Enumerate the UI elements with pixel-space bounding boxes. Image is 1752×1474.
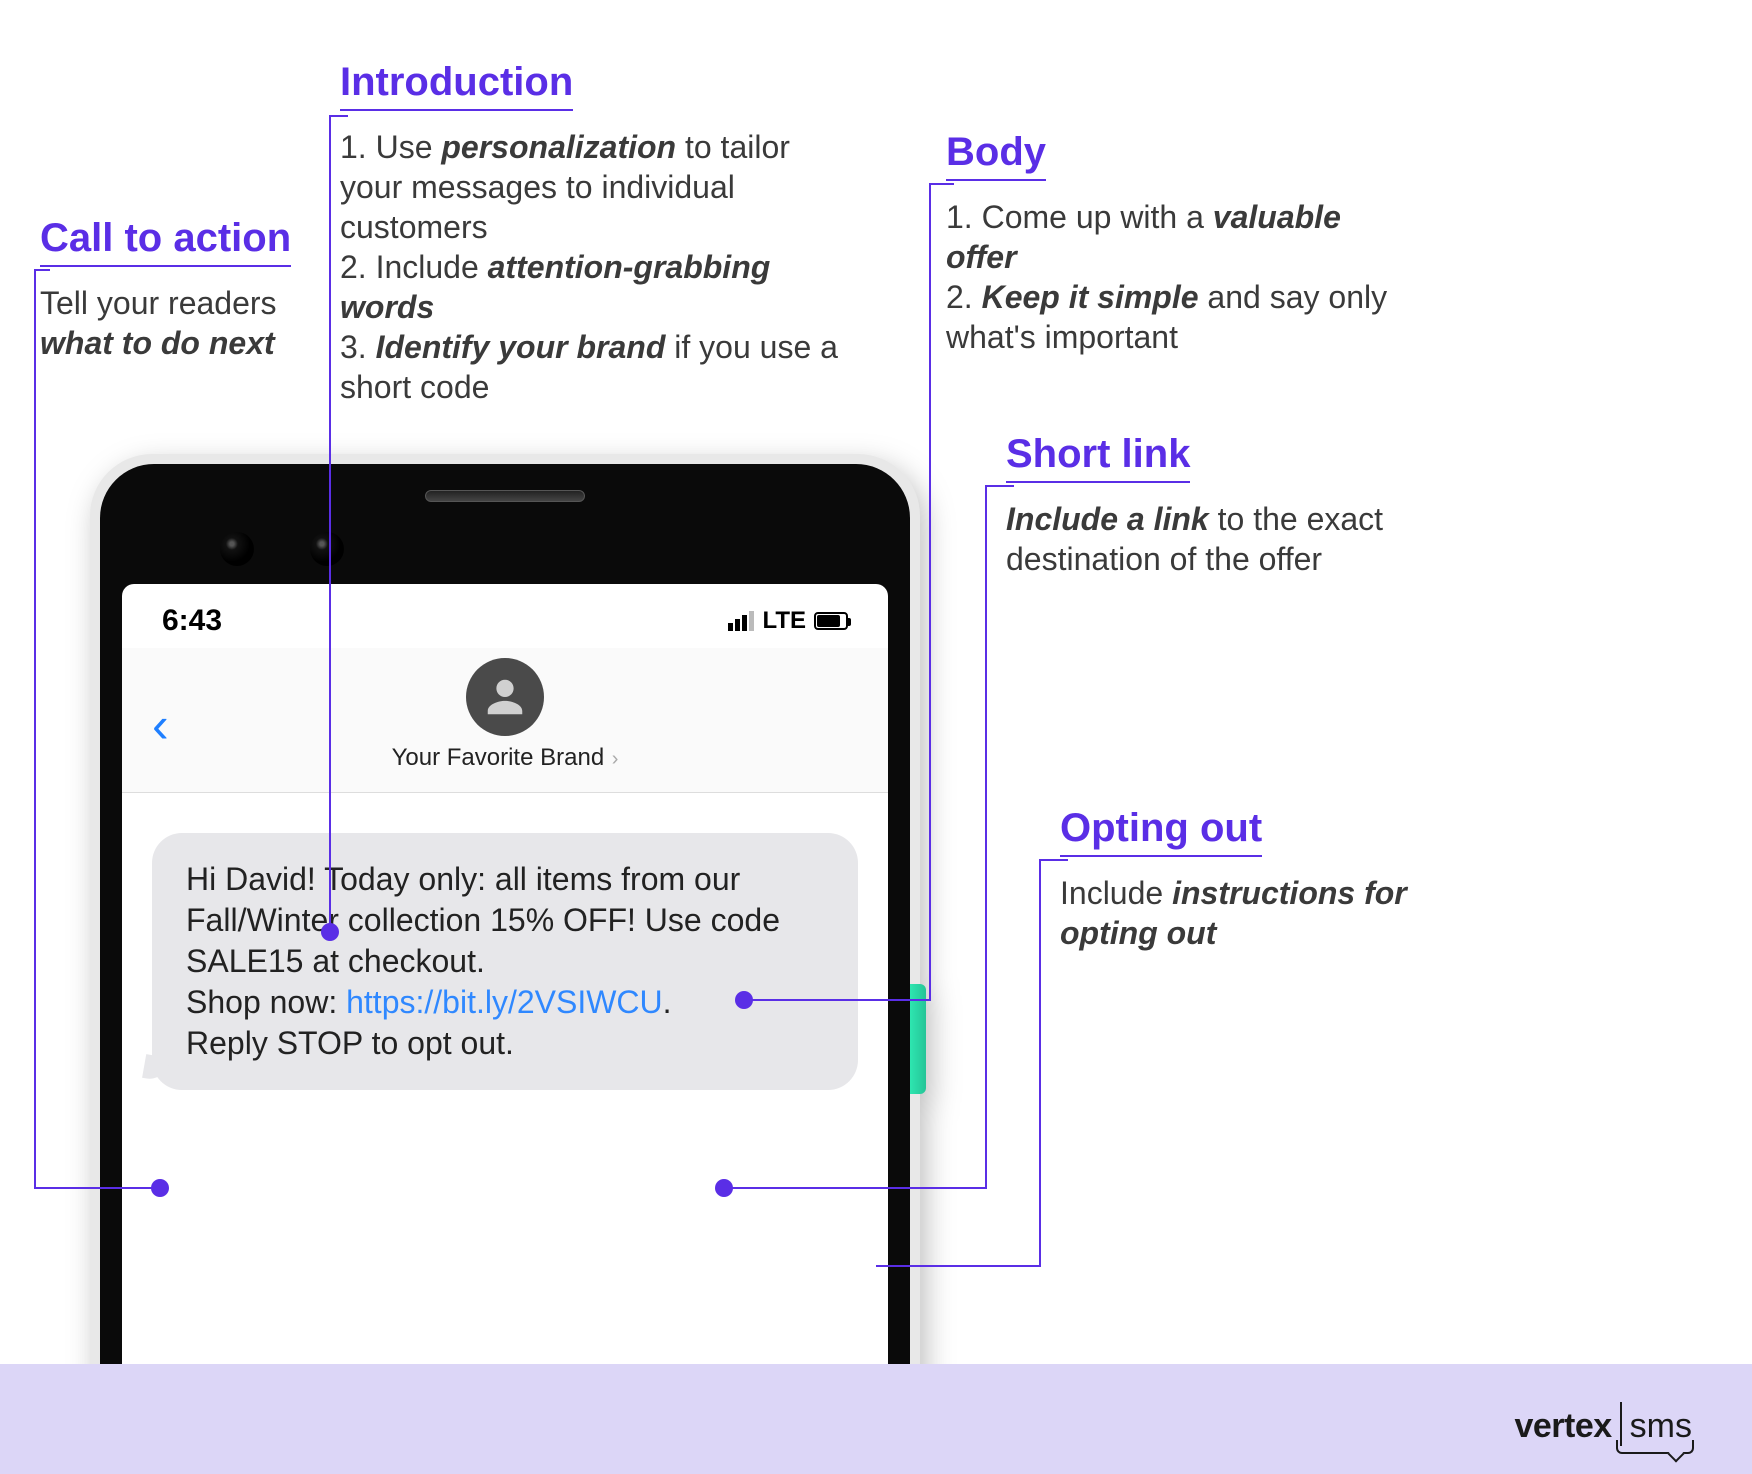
sender-name: Your Favorite Brand [392, 744, 605, 771]
sms-short-link[interactable]: https://bit.ly/2VSIWCU [346, 984, 663, 1020]
intro-body: 1. Use personalization to tailor your me… [340, 127, 860, 407]
annotation-introduction: Introduction 1. Use personalization to t… [340, 60, 860, 407]
optout-title: Opting out [1060, 806, 1262, 857]
cta-text: Tell your readers what to do next [40, 283, 300, 363]
sender-name-row[interactable]: Your Favorite Brand › [152, 744, 858, 772]
cta-title: Call to action [40, 216, 291, 267]
phone-outer-frame: 6:43 LTE ‹ Your Favorite Bra [90, 454, 920, 1474]
status-bar: 6:43 LTE [122, 584, 888, 648]
back-chevron-icon[interactable]: ‹ [152, 696, 169, 754]
annotation-shortlink: Short link Include a link to the exact d… [1006, 432, 1426, 579]
phone-speaker [425, 490, 585, 502]
intro-l3-pre: 3. [340, 329, 376, 365]
intro-title: Introduction [340, 60, 573, 111]
sms-optout-text: Reply STOP to opt out. [186, 1025, 514, 1061]
intro-l2-pre: 2. Include [340, 249, 488, 285]
battery-icon [814, 612, 848, 630]
phone-side-button [910, 984, 926, 1094]
status-right: LTE [728, 607, 848, 635]
cta-pre: Tell your readers [40, 285, 277, 321]
avatar-person-icon [482, 674, 528, 720]
avatar[interactable] [466, 658, 544, 736]
network-label: LTE [762, 607, 806, 635]
status-time: 6:43 [162, 604, 222, 638]
body-title: Body [946, 130, 1046, 181]
body-l1-pre: 1. Come up with a [946, 199, 1213, 235]
brand-left: vertex [1514, 1407, 1611, 1446]
intro-l3-bold: Identify your brand [376, 329, 666, 365]
body-body: 1. Come up with a valuable offer 2. Keep… [946, 197, 1406, 357]
phone-screen: 6:43 LTE ‹ Your Favorite Bra [122, 584, 888, 1464]
optout-text: Include instructions for opting out [1060, 873, 1460, 953]
signal-bars-icon [728, 611, 754, 631]
intro-l1-bold: personalization [441, 129, 676, 165]
sms-body-text: Hi David! Today only: all items from our… [186, 861, 780, 979]
annotation-body: Body 1. Come up with a valuable offer 2.… [946, 130, 1406, 357]
sms-link-suffix: . [663, 984, 672, 1020]
phone-bezel: 6:43 LTE ‹ Your Favorite Bra [100, 464, 910, 1464]
phone-camera-icon [310, 532, 344, 566]
sms-bubble: Hi David! Today only: all items from our… [152, 833, 858, 1090]
body-l2-bold: Keep it simple [982, 279, 1199, 315]
shortlink-title: Short link [1006, 432, 1190, 483]
cta-bold: what to do next [40, 325, 275, 361]
diagram-canvas: Call to action Tell your readers what to… [0, 0, 1752, 1474]
phone-camera-icon [220, 532, 254, 566]
annotation-optout: Opting out Include instructions for opti… [1060, 806, 1460, 953]
sms-cta-label: Shop now: [186, 984, 346, 1020]
brand-bubble-icon [1616, 1440, 1694, 1454]
phone-mockup: 6:43 LTE ‹ Your Favorite Bra [90, 454, 920, 1474]
body-l2-pre: 2. [946, 279, 982, 315]
optout-pre: Include [1060, 875, 1172, 911]
shortlink-bold: Include a link [1006, 501, 1209, 537]
conversation-header: ‹ Your Favorite Brand › [122, 648, 888, 793]
chevron-right-icon: › [606, 748, 618, 770]
footer-strip [0, 1364, 1752, 1474]
shortlink-text: Include a link to the exact destination … [1006, 499, 1426, 579]
intro-l1-pre: 1. Use [340, 129, 441, 165]
annotation-cta: Call to action Tell your readers what to… [40, 216, 300, 363]
